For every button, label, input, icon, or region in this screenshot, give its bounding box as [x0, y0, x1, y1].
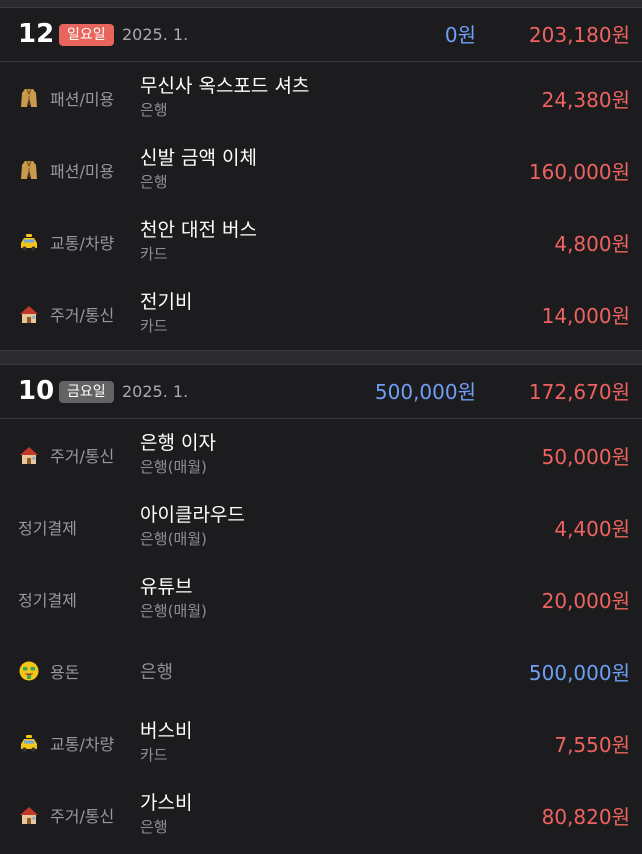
- transaction-title: 가스비: [140, 792, 193, 814]
- month-label: 2025. 1.: [122, 382, 189, 401]
- group-separator: [0, 350, 642, 365]
- taxi-icon: [18, 732, 44, 754]
- category: 정기결제: [18, 563, 77, 635]
- payment-method: 카드: [140, 245, 168, 263]
- category-label: 주거/통신: [50, 447, 115, 466]
- transaction-title: 아이클라우드: [140, 504, 245, 526]
- payment-method: 카드: [140, 746, 168, 764]
- category: 용돈: [18, 635, 79, 707]
- transaction-row[interactable]: 주거/통신 전기비 카드 14,000원: [0, 278, 642, 350]
- top-divider: [0, 0, 642, 8]
- transaction-amount: 500,000원: [528, 660, 630, 685]
- day-income-total: 500,000원: [374, 380, 476, 404]
- transaction-title: 유튜브: [140, 576, 193, 598]
- category: 패션/미용: [18, 62, 114, 134]
- transaction-amount: 4,800원: [554, 231, 630, 256]
- category: 정기결제: [18, 491, 77, 563]
- payment-method: 은행: [140, 101, 168, 119]
- payment-method: 은행(매월): [140, 602, 207, 620]
- day-number: 12: [18, 19, 55, 49]
- category: 주거/통신: [18, 278, 114, 350]
- transaction-row[interactable]: 패션/미용 신발 금액 이체 은행 160,000원: [0, 134, 642, 206]
- weekday-badge: 금요일: [59, 381, 114, 403]
- category-label: 패션/미용: [50, 162, 115, 181]
- category: 패션/미용: [18, 134, 114, 206]
- day-group-10: 10 금요일 2025. 1. 500,000원 172,670원 주거/통신 …: [0, 365, 642, 851]
- payment-method: 은행: [140, 662, 174, 683]
- category: 주거/통신: [18, 419, 114, 491]
- taxi-icon: [18, 231, 44, 253]
- transaction-amount: 14,000원: [541, 303, 630, 328]
- category-label: 주거/통신: [50, 807, 115, 826]
- day-header[interactable]: 12 일요일 2025. 1. 0원 203,180원: [0, 8, 642, 62]
- transaction-amount: 160,000원: [528, 159, 630, 184]
- day-group-12: 12 일요일 2025. 1. 0원 203,180원 패션/미용 무신사 옥스…: [0, 8, 642, 350]
- coat-icon: [18, 159, 44, 181]
- payment-method: 은행(매월): [140, 530, 207, 548]
- category-label: 정기결제: [18, 591, 77, 610]
- weekday-badge: 일요일: [59, 24, 114, 46]
- transaction-title: 신발 금액 이체: [140, 147, 257, 169]
- payment-method: 은행(매월): [140, 458, 207, 476]
- category-label: 패션/미용: [50, 90, 115, 109]
- transaction-title: 은행 이자: [140, 432, 216, 454]
- transaction-amount: 4,400원: [554, 516, 630, 541]
- house-icon: [18, 804, 44, 826]
- category-label: 정기결제: [18, 519, 77, 538]
- transaction-row[interactable]: 주거/통신 은행 이자 은행(매월) 50,000원: [0, 419, 642, 491]
- transaction-title: 무신사 옥스포드 셔츠: [140, 75, 310, 97]
- transaction-row[interactable]: 패션/미용 무신사 옥스포드 셔츠 은행 24,380원: [0, 62, 642, 134]
- transaction-row[interactable]: 교통/차량 천안 대전 버스 카드 4,800원: [0, 206, 642, 278]
- category: 교통/차량: [18, 206, 114, 278]
- house-icon: [18, 303, 44, 325]
- category: 교통/차량: [18, 707, 114, 779]
- day-number: 10: [18, 376, 55, 406]
- transaction-title: 버스비: [140, 720, 193, 742]
- transaction-amount: 20,000원: [541, 588, 630, 613]
- transaction-row[interactable]: 정기결제 아이클라우드 은행(매월) 4,400원: [0, 491, 642, 563]
- payment-method: 은행: [140, 818, 168, 836]
- payment-method: 카드: [140, 317, 168, 335]
- day-header[interactable]: 10 금요일 2025. 1. 500,000원 172,670원: [0, 365, 642, 419]
- transaction-amount: 7,550원: [554, 732, 630, 757]
- transaction-row[interactable]: 정기결제 유튜브 은행(매월) 20,000원: [0, 563, 642, 635]
- day-expense-total: 203,180원: [528, 23, 630, 47]
- category-label: 용돈: [50, 663, 80, 682]
- month-label: 2025. 1.: [122, 25, 189, 44]
- coat-icon: [18, 87, 44, 109]
- category-label: 주거/통신: [50, 306, 115, 325]
- transaction-title: 천안 대전 버스: [140, 219, 257, 241]
- day-expense-total: 172,670원: [528, 380, 630, 404]
- transaction-title: 전기비: [140, 291, 193, 313]
- category-label: 교통/차량: [50, 735, 115, 754]
- transaction-amount: 80,820원: [541, 804, 630, 829]
- house-icon: [18, 444, 44, 466]
- transaction-amount: 24,380원: [541, 87, 630, 112]
- money-face-icon: [18, 660, 44, 682]
- category-label: 교통/차량: [50, 234, 115, 253]
- transaction-row[interactable]: 교통/차량 버스비 카드 7,550원: [0, 707, 642, 779]
- day-income-total: 0원: [444, 23, 476, 47]
- transaction-row[interactable]: 주거/통신 가스비 은행 80,820원: [0, 779, 642, 851]
- payment-method: 은행: [140, 173, 168, 191]
- transaction-amount: 50,000원: [541, 444, 630, 469]
- transaction-row[interactable]: 용돈 은행 500,000원: [0, 635, 642, 707]
- category: 주거/통신: [18, 779, 114, 851]
